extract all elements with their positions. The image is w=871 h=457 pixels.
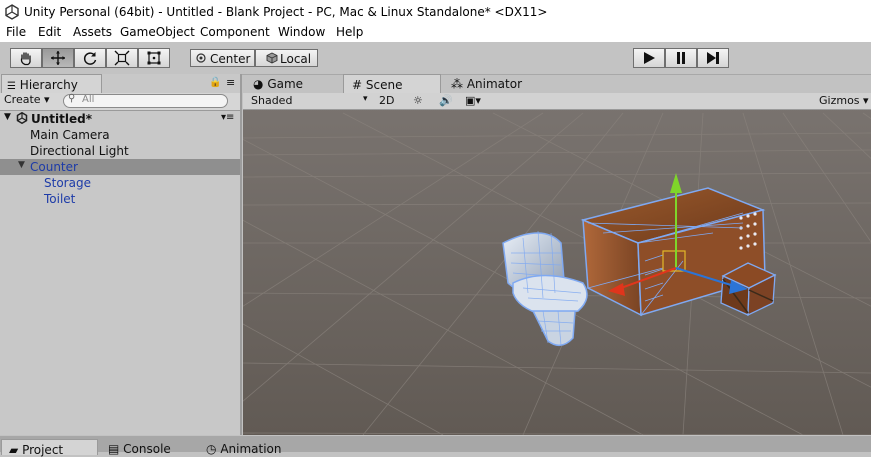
rotate-tool-button[interactable] <box>74 48 106 68</box>
search-icon: ⚲ <box>68 93 76 104</box>
hierarchy-item-toilet[interactable]: Toilet <box>0 191 240 207</box>
window-title: Unity Personal (64bit) - Untitled - Blan… <box>24 5 548 19</box>
menu-bar: File Edit Assets GameObject Component Wi… <box>0 24 871 42</box>
tab-console-label: Console <box>123 442 171 456</box>
tab-animation-label: Animation <box>220 442 282 456</box>
hierarchy-panel: ☰ Hierarchy 🔒 ≡ Create ▾ ⚲ All ▼ Untitle… <box>0 74 242 435</box>
bottom-tab-row: ▰ Project ▤ Console ◷ Animation <box>0 436 871 457</box>
expand-arrow-icon: ▼ <box>4 112 11 122</box>
chevron-down-icon: ▾ <box>363 94 368 104</box>
pivot-local-button[interactable]: Local <box>255 49 318 67</box>
pivot-center-button[interactable]: Center <box>190 49 255 67</box>
tab-hierarchy[interactable]: ☰ Hierarchy <box>1 74 102 93</box>
hierarchy-item-counter[interactable]: ▼ Counter <box>0 159 240 175</box>
hand-tool-button[interactable] <box>10 48 42 68</box>
rect-tool-button[interactable] <box>138 48 170 68</box>
hierarchy-tab-label: Hierarchy <box>19 78 78 92</box>
audio-toggle-icon[interactable]: 🔊 <box>439 94 453 107</box>
menu-component[interactable]: Component <box>200 25 270 39</box>
hierarchy-toolbar: Create ▾ ⚲ All <box>0 93 240 111</box>
lighting-toggle-icon[interactable]: ☼ <box>413 94 423 107</box>
effects-toggle-icon[interactable]: ▣▾ <box>465 94 481 107</box>
toggle-2d-button[interactable]: 2D <box>379 94 394 107</box>
hierarchy-item-label: Toilet <box>44 192 76 206</box>
tab-project[interactable]: ▰ Project <box>1 439 98 457</box>
scale-tool-button[interactable] <box>106 48 138 68</box>
step-button[interactable] <box>697 48 729 68</box>
panel-menu-icon[interactable]: ≡ <box>226 76 235 89</box>
animation-clock-icon: ◷ <box>206 442 217 456</box>
hierarchy-search-input[interactable]: ⚲ All <box>63 93 228 108</box>
tab-game-label: Game <box>267 77 304 91</box>
lock-icon[interactable]: 🔒 <box>209 77 221 88</box>
create-dropdown[interactable]: Create ▾ <box>4 93 50 106</box>
animator-icon: ⁂ <box>451 77 463 91</box>
local-space-icon <box>266 52 278 64</box>
shading-mode-dropdown[interactable]: Shaded ▾ <box>251 94 368 107</box>
pause-button[interactable] <box>665 48 697 68</box>
pivot-local-label: Local <box>280 52 312 66</box>
move-icon <box>51 51 65 65</box>
menu-help[interactable]: Help <box>336 25 363 39</box>
scene-root-row[interactable]: ▼ Untitled* ▾≡ <box>0 111 240 127</box>
scene-name: Untitled* <box>31 112 92 126</box>
tab-animator-label: Animator <box>466 77 522 91</box>
hierarchy-item-label: Storage <box>44 176 91 190</box>
pivot-center-label: Center <box>210 52 251 66</box>
expand-arrow-icon: ▼ <box>18 160 25 170</box>
tab-project-label: Project <box>22 443 64 457</box>
gizmos-dropdown[interactable]: Gizmos ▾ <box>819 94 869 107</box>
scene-render[interactable] <box>243 93 871 435</box>
tab-game[interactable]: ◕ Game <box>253 74 343 93</box>
hierarchy-item-label: Directional Light <box>30 144 129 158</box>
scene-menu-icon[interactable]: ▾≡ <box>221 112 234 123</box>
play-icon <box>644 52 655 64</box>
pivot-icon <box>196 53 206 63</box>
play-button[interactable] <box>633 48 665 68</box>
menu-edit[interactable]: Edit <box>38 25 61 39</box>
scene-viewport[interactable] <box>243 93 871 435</box>
menu-assets[interactable]: Assets <box>73 25 112 39</box>
create-label: Create <box>4 93 41 106</box>
tab-animator[interactable]: ⁂ Animator <box>451 74 551 93</box>
scene-grid-icon: # <box>352 78 363 92</box>
rect-transform-icon <box>147 51 161 65</box>
search-placeholder: All <box>82 94 95 105</box>
shading-mode-label: Shaded <box>251 94 293 107</box>
game-pacman-icon: ◕ <box>253 77 264 91</box>
tab-scene-label: Scene <box>365 78 403 92</box>
move-tool-button[interactable] <box>42 48 74 68</box>
folder-icon: ▰ <box>9 443 19 457</box>
console-icon: ▤ <box>108 442 120 456</box>
hierarchy-list-icon: ☰ <box>7 81 16 92</box>
step-icon <box>707 52 719 64</box>
tab-animation[interactable]: ◷ Animation <box>206 439 306 456</box>
tab-scene[interactable]: # Scene <box>343 74 441 93</box>
hierarchy-item-storage[interactable]: Storage <box>0 175 240 191</box>
hierarchy-item-main-camera[interactable]: Main Camera <box>0 127 240 143</box>
hand-icon <box>20 52 31 66</box>
unity-scene-icon <box>16 111 28 127</box>
pause-icon <box>677 52 685 64</box>
tab-console[interactable]: ▤ Console <box>108 439 198 456</box>
hierarchy-item-label: Counter <box>30 160 78 174</box>
main-toolbar: Center Local <box>0 42 871 75</box>
scene-toolbar: Shaded ▾ 2D ☼ 🔊 ▣▾ Gizmos ▾ <box>243 93 871 110</box>
menu-file[interactable]: File <box>6 25 26 39</box>
unity-logo-icon <box>4 4 20 23</box>
center-tab-row: ◕ Game # Scene ⁂ Animator <box>243 74 871 93</box>
hierarchy-item-label: Main Camera <box>30 128 110 142</box>
menu-gameobject[interactable]: GameObject <box>120 25 195 39</box>
rotate-icon <box>83 52 97 65</box>
title-bar: Unity Personal (64bit) - Untitled - Blan… <box>0 0 871 24</box>
scale-icon <box>114 50 130 66</box>
gizmos-label: Gizmos <box>819 94 860 107</box>
hierarchy-item-directional-light[interactable]: Directional Light <box>0 143 240 159</box>
menu-window[interactable]: Window <box>278 25 325 39</box>
